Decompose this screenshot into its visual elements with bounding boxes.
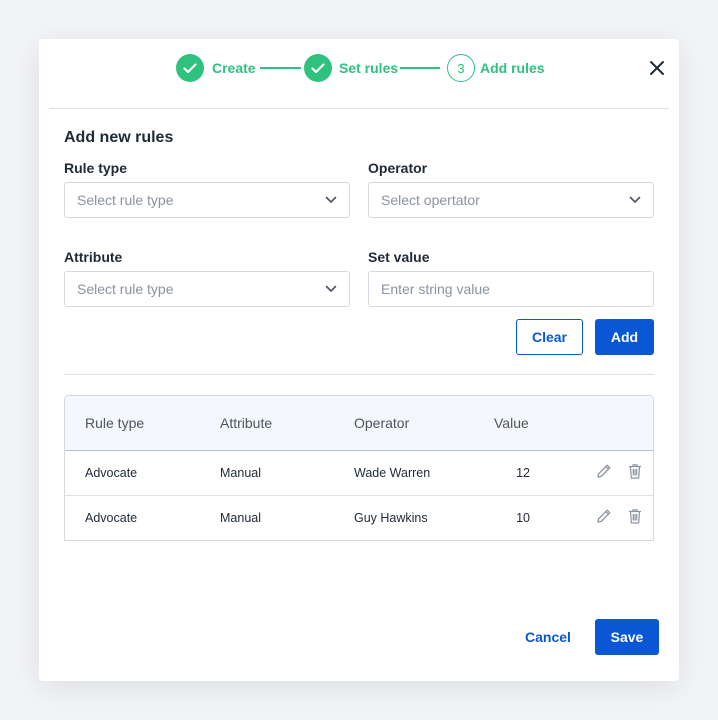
cell-operator: Guy Hawkins: [354, 511, 428, 525]
chevron-down-icon: [325, 196, 337, 203]
operator-label: Operator: [368, 160, 428, 176]
stepper: Create Set rules 3 Add rules: [39, 39, 679, 108]
table-header: Rule type Attribute Operator Value: [65, 396, 653, 451]
trash-icon[interactable]: [626, 462, 644, 480]
edit-icon[interactable]: [595, 507, 613, 525]
cell-rule-type: Advocate: [85, 466, 138, 480]
cell-rule-type: Advocate: [85, 511, 138, 525]
cell-operator: Wade Warren: [354, 466, 431, 480]
attribute-select[interactable]: Select rule type: [64, 271, 350, 307]
rule-type-placeholder: Select rule type: [77, 192, 174, 208]
add-button[interactable]: Add: [595, 319, 654, 355]
step-2-check-icon: [304, 54, 332, 82]
section-divider: [64, 374, 654, 375]
cell-attribute: Manual: [220, 466, 261, 480]
set-value-field: [368, 271, 654, 307]
add-rules-modal: Create Set rules 3 Add rules Add new rul…: [39, 39, 679, 681]
edit-icon[interactable]: [595, 462, 613, 480]
step-1-check-icon: [176, 54, 204, 82]
chevron-down-icon: [629, 196, 641, 203]
chevron-down-icon: [325, 285, 337, 292]
step-connector: [400, 67, 440, 69]
step-1-label: Create: [212, 60, 256, 76]
header-attribute: Attribute: [220, 415, 273, 431]
step-3-number: 3: [447, 54, 475, 82]
cell-attribute: Manual: [220, 511, 261, 525]
attribute-placeholder: Select rule type: [77, 281, 174, 297]
trash-icon[interactable]: [626, 507, 644, 525]
rule-type-select[interactable]: Select rule type: [64, 182, 350, 218]
close-icon[interactable]: [647, 58, 667, 78]
cell-value: 12: [516, 466, 530, 480]
rules-table: Rule type Attribute Operator Value Advoc…: [64, 395, 654, 541]
header-value: Value: [494, 415, 529, 431]
rule-type-label: Rule type: [64, 160, 128, 176]
attribute-label: Attribute: [64, 249, 123, 265]
set-value-label: Set value: [368, 249, 430, 265]
cell-value: 10: [516, 511, 530, 525]
set-value-input[interactable]: [381, 281, 641, 297]
step-3-label: Add rules: [480, 60, 545, 76]
save-button[interactable]: Save: [595, 619, 659, 655]
operator-placeholder: Select opertator: [381, 192, 480, 208]
section-title: Add new rules: [64, 129, 174, 146]
step-connector: [260, 67, 301, 69]
operator-select[interactable]: Select opertator: [368, 182, 654, 218]
header-divider: [49, 108, 669, 109]
step-2-label: Set rules: [339, 60, 399, 76]
table-row: Advocate Manual Wade Warren 12: [65, 451, 653, 496]
clear-button[interactable]: Clear: [516, 319, 583, 355]
cancel-button[interactable]: Cancel: [515, 619, 581, 655]
table-row: Advocate Manual Guy Hawkins 10: [65, 496, 653, 540]
header-rule-type: Rule type: [85, 415, 145, 431]
header-operator: Operator: [354, 415, 410, 431]
